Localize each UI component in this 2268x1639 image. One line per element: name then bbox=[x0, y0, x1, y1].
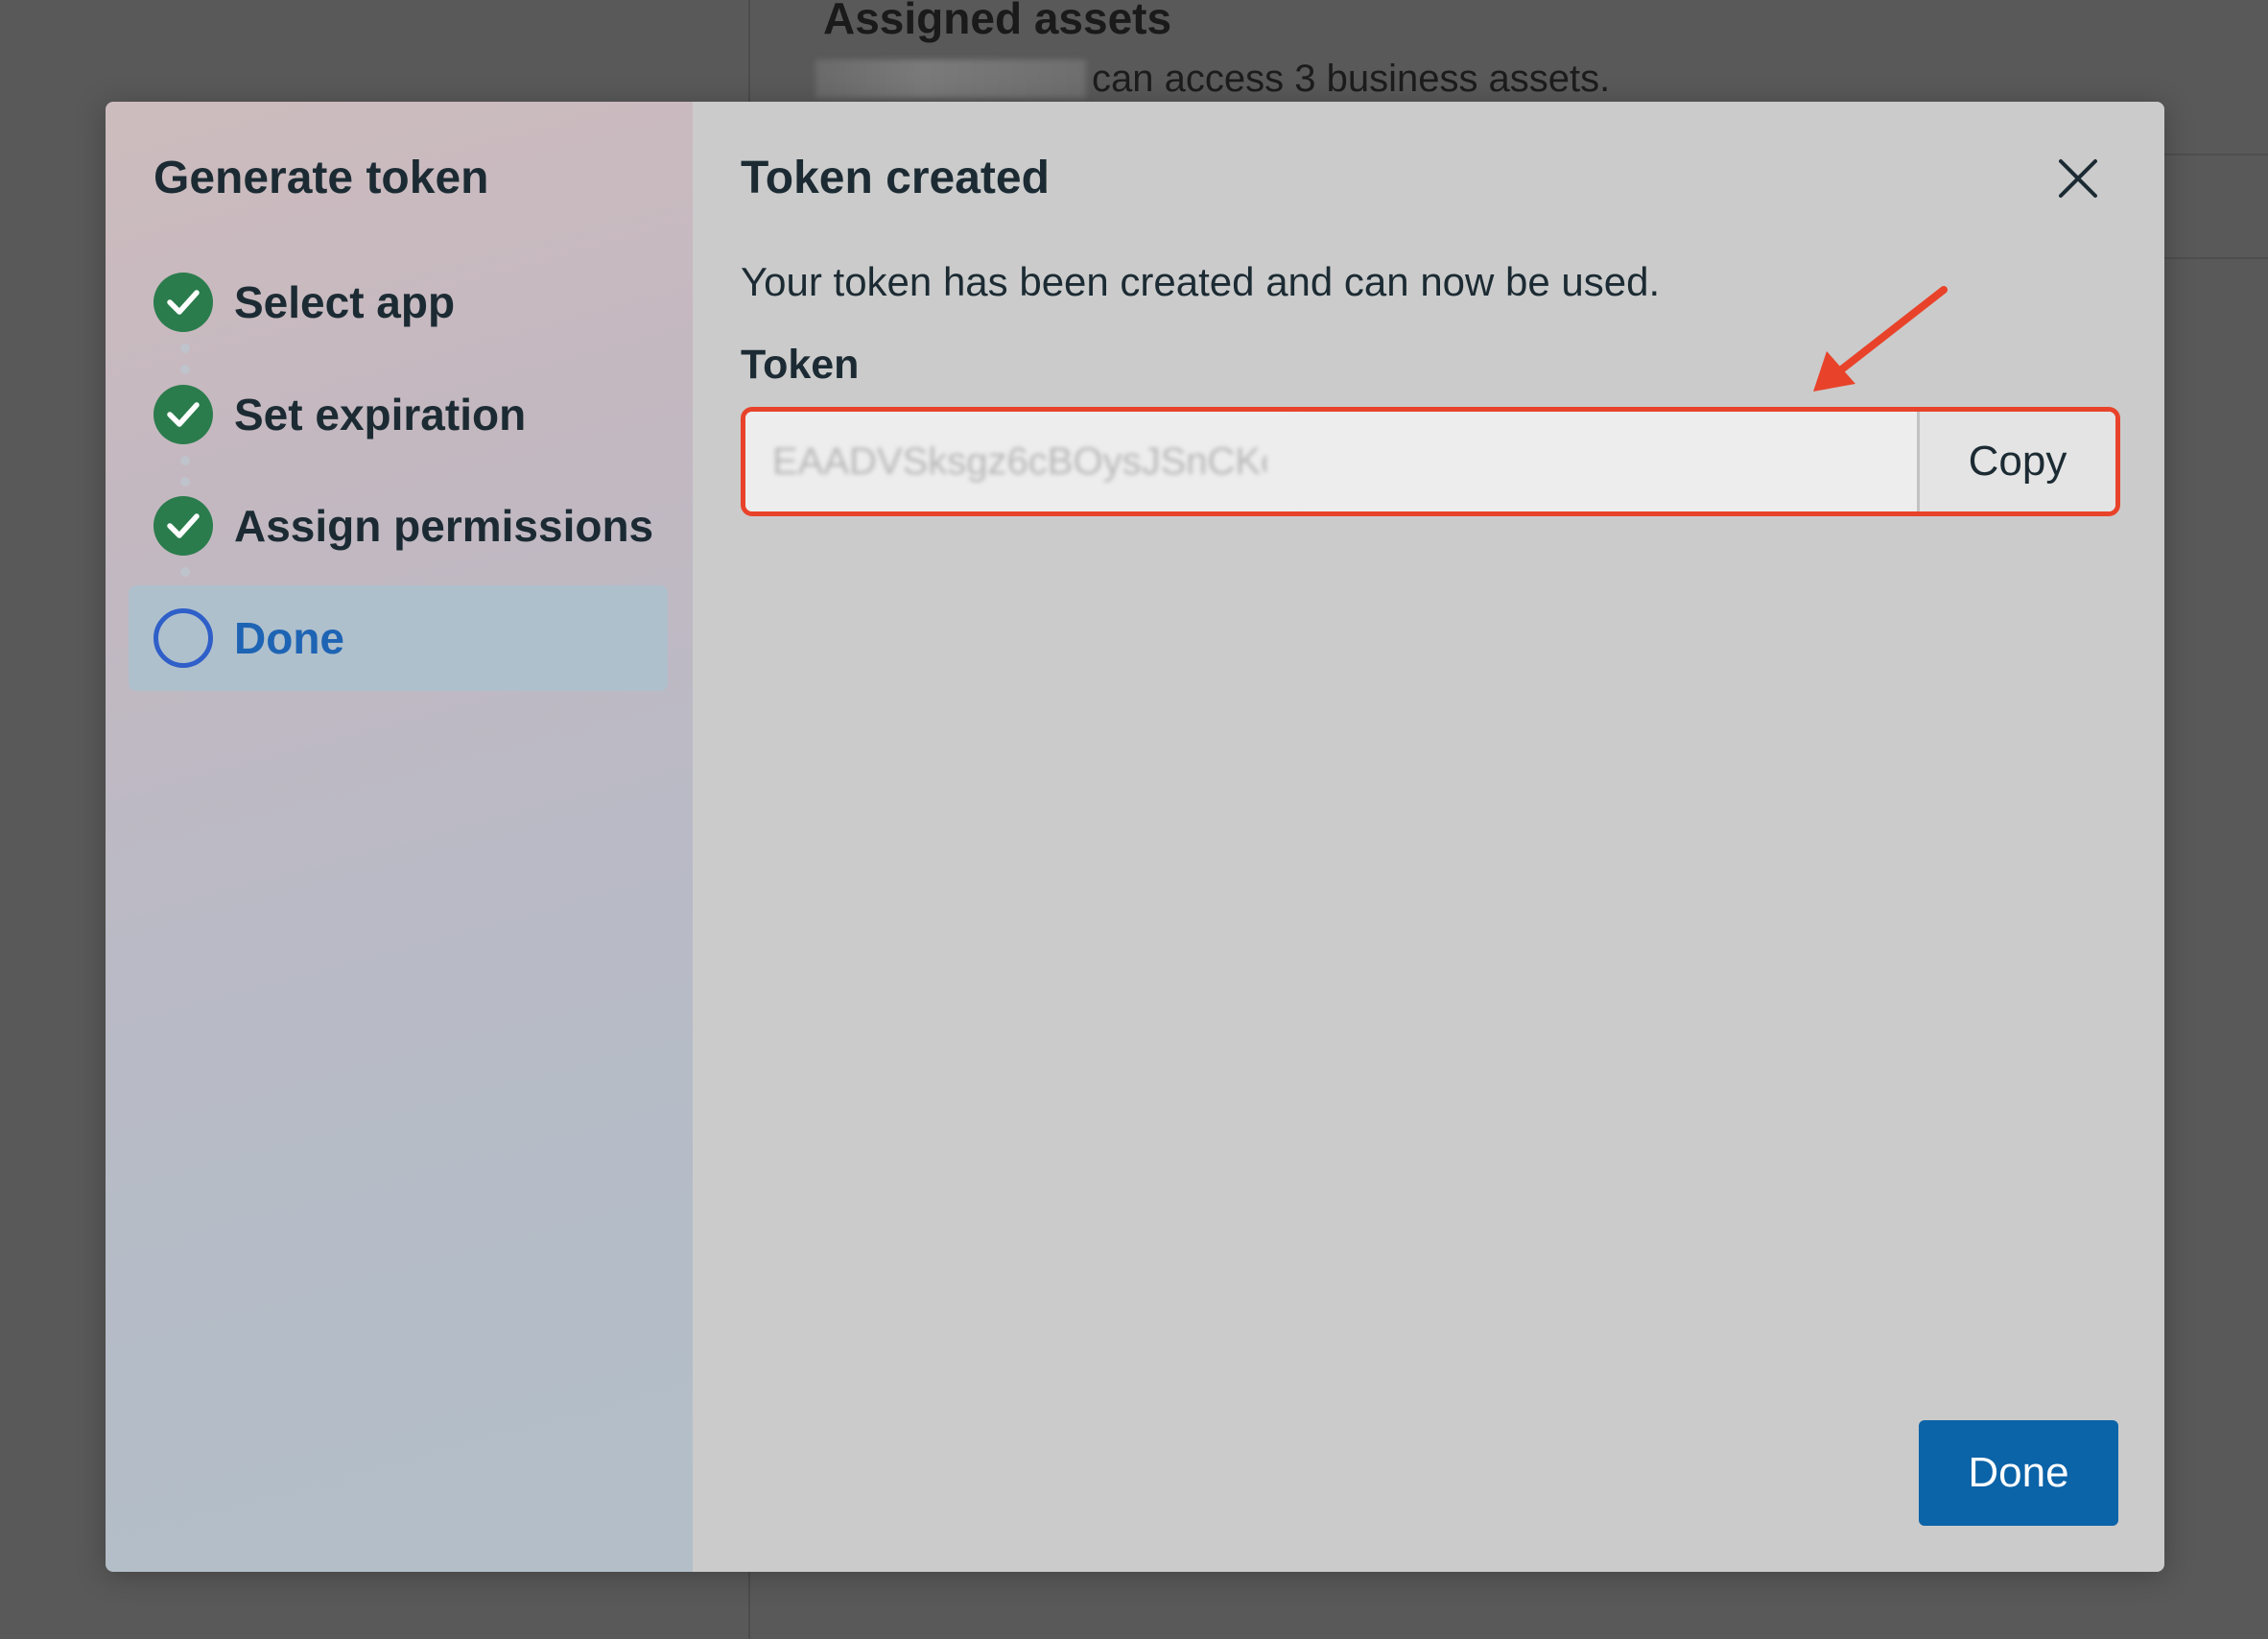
step-label: Set expiration bbox=[234, 390, 527, 439]
token-created-panel: Token created Your token has been create… bbox=[693, 102, 2164, 1572]
done-button[interactable]: Done bbox=[1919, 1420, 2118, 1526]
sidebar-title: Generate token bbox=[154, 153, 489, 203]
empty-circle-icon bbox=[154, 608, 213, 668]
dialog-title: Token created bbox=[741, 153, 1050, 203]
step-label: Assign permissions bbox=[234, 501, 654, 551]
background-page-subtitle: can access 3 business assets. bbox=[815, 54, 1610, 104]
background-page-title: Assigned assets bbox=[823, 0, 1172, 43]
step-label: Done bbox=[234, 613, 344, 663]
step-set-expiration: Set expiration bbox=[129, 362, 668, 467]
step-done: Done bbox=[129, 585, 668, 691]
checkmark-circle-icon bbox=[154, 496, 213, 556]
background-subtitle-text: can access 3 business assets. bbox=[1092, 57, 1611, 100]
copy-button[interactable]: Copy bbox=[1920, 412, 2115, 511]
generate-token-dialog: Generate token Select app Set expiration… bbox=[106, 102, 2164, 1572]
steps-sidebar: Generate token Select app Set expiration… bbox=[106, 102, 693, 1572]
token-input[interactable] bbox=[745, 412, 1293, 511]
dialog-description: Your token has been created and can now … bbox=[741, 259, 1661, 304]
token-input-wrapper bbox=[745, 412, 1920, 511]
close-icon bbox=[2059, 159, 2097, 198]
token-field-label: Token bbox=[741, 342, 860, 388]
token-field-highlight: Copy bbox=[741, 407, 2120, 516]
step-assign-permissions: Assign permissions bbox=[129, 473, 668, 579]
step-select-app: Select app bbox=[129, 249, 668, 355]
close-button[interactable] bbox=[2051, 152, 2105, 205]
checkmark-circle-icon bbox=[154, 385, 213, 444]
step-label: Select app bbox=[234, 277, 456, 327]
red-arrow-icon bbox=[1813, 286, 1948, 392]
checkmark-circle-icon bbox=[154, 273, 213, 332]
redacted-name bbox=[815, 59, 1086, 98]
